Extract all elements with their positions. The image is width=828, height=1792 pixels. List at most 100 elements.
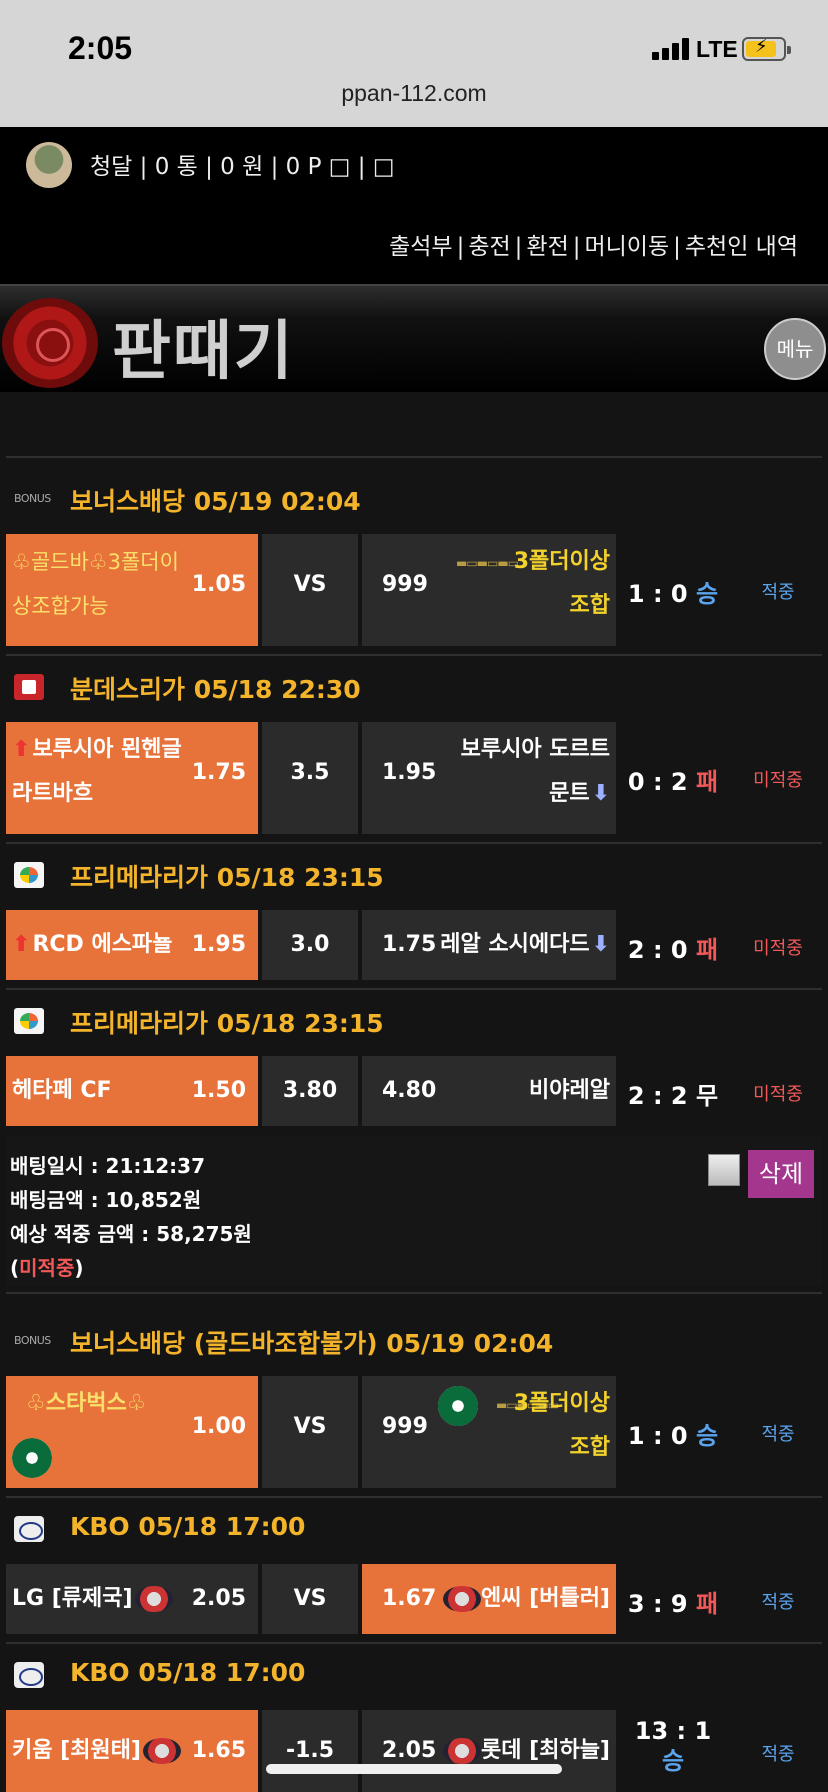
score-value: 3 : 9 [627, 1590, 688, 1618]
home-option[interactable]: 키움 [최원태] 1.65 [6, 1710, 258, 1792]
score: 13 : 1승 [618, 1716, 728, 1776]
league-title: 분데스리가 05/18 22:30 [70, 675, 361, 704]
draw-odds: VS [293, 1586, 327, 1611]
away-option[interactable]: 1.75 레알 소시에다드⬇ [362, 910, 616, 980]
league-title: KBO 05/18 17:00 [70, 1512, 306, 1541]
bet-row: 키움 [최원태] 1.65 -1.5 2.05 롯데 [최하늘] 13 : 1승… [6, 1710, 822, 1792]
score-value: 13 : 1 [634, 1717, 712, 1745]
bet-row: ♧스타벅스♧ 1.00 VS 999 ▬▭▬▭▬▭ 3폴더이상조합 1 : 0 … [6, 1376, 822, 1488]
draw-odds: VS [293, 572, 327, 597]
status-badge: 적중 [761, 1592, 795, 1613]
draw-option[interactable]: VS [262, 1564, 358, 1634]
odds: 2.05 [382, 1738, 437, 1763]
team-name: ♧스타벅스♧ [26, 1391, 147, 1416]
odds: 1.05 [191, 572, 246, 597]
home-option[interactable]: LG [류제국] 2.05 [6, 1564, 258, 1634]
league-title: KBO 05/18 17:00 [70, 1658, 306, 1687]
bet-amount: 배팅금액 : 10,852원 [10, 1188, 202, 1212]
away-option[interactable]: 1.67 엔씨 [버틀러] [362, 1564, 616, 1634]
result-label: 무 [695, 1082, 719, 1110]
odds: 1.75 [191, 760, 246, 785]
section-header: BONUS 보너스배당 (골드바조합불가) 05/19 02:04 [6, 1316, 822, 1366]
seal-logo-icon[interactable] [2, 298, 98, 388]
result-label: 승 [695, 1422, 719, 1450]
score-value: 1 : 0 [627, 580, 688, 608]
team-name: 3폴더이상조합 [513, 549, 610, 618]
kbo-icon [14, 1662, 44, 1688]
delete-button[interactable]: 삭제 [748, 1150, 814, 1198]
team-name: LG [류제국] [12, 1577, 182, 1621]
odds: 999 [382, 1414, 428, 1439]
site-logo[interactable]: 판때기 [112, 300, 295, 392]
home-option[interactable]: ♧스타벅스♧ 1.00 [6, 1376, 258, 1488]
menu-referral-link[interactable]: 추천인 내역 [685, 234, 798, 260]
draw-option[interactable]: VS [262, 534, 358, 646]
clock: 2:05 [68, 30, 133, 66]
home-option[interactable]: ⬆보루시아 묀헨글라트바흐 1.75 [6, 722, 258, 834]
avatar[interactable] [26, 142, 72, 188]
odds: 1.65 [191, 1738, 246, 1763]
bet-row: ♧골드바♧3폴더이상조합가능 1.05 VS 999 ▬▭▬▭▬▭ 3폴더이상조… [6, 534, 822, 646]
away-option[interactable]: 2.05 롯데 [최하늘] [362, 1710, 616, 1792]
draw-option[interactable]: 3.80 [262, 1056, 358, 1126]
select-checkbox[interactable] [708, 1154, 740, 1186]
status-bar: 2:05 LTE ⚡ ppan-112.com [0, 0, 828, 127]
menu-attendance-link[interactable]: 출석부 [389, 234, 452, 260]
address-bar[interactable]: ppan-112.com [0, 80, 828, 107]
handicap-value: -1.5 [285, 1738, 335, 1763]
menu-money-transfer-link[interactable]: 머니이동 [584, 234, 669, 260]
team-name: 보루시아 도르트문트⬇ [450, 728, 610, 816]
divider [6, 1642, 822, 1644]
draw-option[interactable]: 3.0 [262, 910, 358, 980]
away-option[interactable]: 999 ▬▭▬▭▬▭ 3폴더이상조합 [362, 1376, 616, 1488]
handicap-option[interactable]: -1.5 [262, 1710, 358, 1792]
menu-button[interactable]: 메뉴 [764, 318, 826, 380]
menu-charge-link[interactable]: 충전 [468, 234, 510, 260]
bet-row: LG [류제국] 2.05 VS 1.67 엔씨 [버틀러] 3 : 9 패 적… [6, 1564, 822, 1634]
divider [6, 1292, 822, 1294]
logo-bar: 판때기 메뉴 [0, 284, 828, 392]
odds: 999 [382, 572, 428, 597]
away-option[interactable]: 4.80 비야레알 [362, 1056, 616, 1126]
league-title: 프리메라리가 05/18 23:15 [70, 863, 384, 892]
home-option[interactable]: 헤타페 CF 1.50 [6, 1056, 258, 1126]
score: 2 : 2 무 [618, 1076, 728, 1111]
draw-option[interactable]: VS [262, 1376, 358, 1488]
team-name: ⬆보루시아 묀헨글라트바흐 [12, 728, 192, 816]
status-badge: 미적중 [753, 938, 803, 959]
home-indicator[interactable] [266, 1764, 562, 1774]
league-title: 보너스배당 05/19 02:04 [70, 487, 361, 516]
score-value: 0 : 2 [627, 768, 688, 796]
team-logo-icon [443, 1738, 482, 1764]
team-name: 3폴더이상조합 [513, 1391, 610, 1460]
odds: 1.00 [191, 1414, 246, 1439]
section-header: 프리메라리가 05/18 23:15 [6, 850, 822, 900]
score-value: 1 : 0 [627, 1422, 688, 1450]
starbucks-logo-icon [438, 1386, 478, 1426]
signal-icon [652, 38, 692, 60]
team-name: ⬆RCD 에스파뇰 [12, 923, 192, 967]
section-header: KBO 05/18 17:00 [6, 1650, 822, 1700]
divider [6, 988, 822, 990]
bonus-icon: BONUS [14, 1334, 51, 1347]
starbucks-logo-icon [12, 1438, 52, 1478]
team-name: 엔씨 [버틀러] [440, 1577, 610, 1621]
section-header: 분데스리가 05/18 22:30 [6, 662, 822, 712]
draw-option[interactable]: 3.5 [262, 722, 358, 834]
result-label: 패 [695, 768, 719, 796]
section-header: BONUS 보너스배당 05/19 02:04 [6, 474, 822, 524]
result-label: 패 [695, 1590, 719, 1618]
bet-time: 배팅일시 : 21:12:37 [10, 1154, 206, 1178]
battery-icon: ⚡ [742, 36, 791, 61]
home-option[interactable]: ♧골드바♧3폴더이상조합가능 1.05 [6, 534, 258, 646]
away-option[interactable]: 1.95 보루시아 도르트문트⬇ [362, 722, 616, 834]
away-option[interactable]: 999 ▬▭▬▭▬▭ 3폴더이상조합 [362, 534, 616, 646]
bonus-icon: BONUS [14, 492, 51, 505]
menu-exchange-link[interactable]: 환전 [526, 234, 568, 260]
draw-odds: VS [293, 1414, 327, 1439]
home-option[interactable]: ⬆RCD 에스파뇰 1.95 [6, 910, 258, 980]
user-bar: 청달 | 0 통 | 0 원 | 0 P □ | □ 출석부 | 충전 | 환전 | 머니이… [0, 127, 828, 284]
draw-odds: 3.5 [290, 760, 330, 785]
score: 2 : 0 패 [618, 930, 728, 965]
arrow-down-icon: ⬇ [591, 781, 610, 806]
